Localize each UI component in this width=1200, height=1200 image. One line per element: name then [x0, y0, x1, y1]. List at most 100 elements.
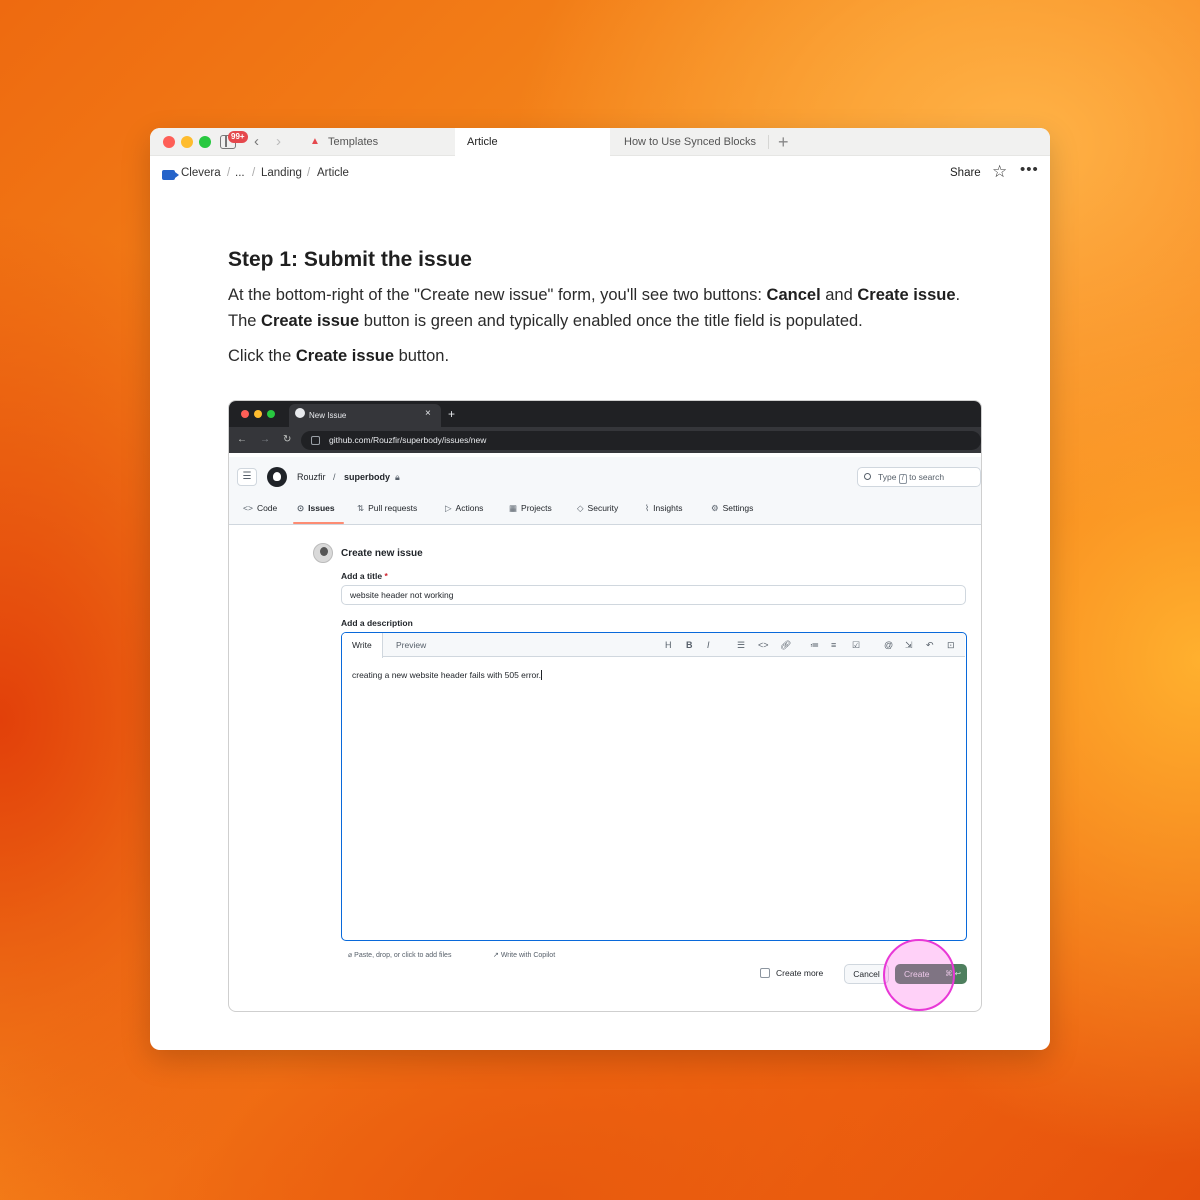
video-camera-icon [162, 170, 179, 180]
fullscreen-icon[interactable]: ⊡ [947, 639, 955, 651]
gear-icon: ⚙ [711, 503, 719, 513]
maximize-dot [267, 410, 275, 418]
star-icon[interactable]: ☆ [992, 162, 1007, 182]
notion-multicolor-icon: ▲ [310, 136, 320, 147]
back-arrow-icon[interactable]: ‹ [254, 132, 259, 152]
menu-icon[interactable]: ☰ [237, 468, 257, 486]
forward-arrow-icon[interactable]: › [276, 132, 281, 152]
graph-icon: ⌇ [645, 503, 650, 513]
share-button[interactable]: Share [950, 167, 981, 179]
repo-owner-link[interactable]: Rouzfir [297, 472, 326, 482]
description-text: creating a new website header fails with… [352, 670, 542, 680]
search-placeholder-post: to search [909, 472, 945, 482]
tab-settings[interactable]: ⚙ Settings [711, 503, 753, 514]
description-label: Add a description [341, 618, 413, 628]
tab-preview[interactable]: Preview [386, 633, 436, 657]
text-cursor [541, 670, 542, 680]
description-editor[interactable]: Write Preview H B I ☰ <> 🔗︎ ≔ ≡ ☑ @ ⇲ ↶ … [341, 632, 967, 941]
github-header: ☰ Rouzfir / superbody 🔒︎ Type / to searc… [229, 457, 981, 525]
copilot-hint[interactable]: ↗ Write with Copilot [493, 951, 555, 959]
tab-article[interactable]: Article [455, 128, 610, 156]
tab-label: Article [467, 136, 498, 148]
mention-icon[interactable]: @ [884, 639, 893, 651]
minimize-window-button[interactable] [181, 136, 193, 148]
task-list-icon[interactable]: ☑ [852, 639, 860, 651]
table-icon: ▦ [509, 503, 518, 513]
repo-path-separator: / [333, 472, 336, 482]
tab-divider [768, 135, 769, 149]
title-label: Add a title * [341, 571, 388, 581]
search-input[interactable]: Type / to search [857, 467, 981, 487]
issue-title-input[interactable]: website header not working [341, 585, 966, 605]
new-tab-button[interactable]: + [778, 128, 789, 156]
browser-tab-title: New Issue [309, 411, 347, 420]
tab-label: Templates [328, 136, 379, 148]
tab-templates[interactable]: ▲ Templates [298, 128, 448, 156]
forward-icon[interactable]: → [260, 432, 270, 448]
close-dot [241, 410, 249, 418]
embedded-screenshot: New Issue × + ← → ↻ github.com/Rouzfir/s… [228, 400, 982, 1012]
browser-toolbar: ← → ↻ github.com/Rouzfir/superbody/issue… [229, 427, 981, 453]
pull-request-icon: ⇅ [357, 503, 365, 513]
url-text: github.com/Rouzfir/superbody/issues/new [329, 435, 487, 445]
tab-code[interactable]: <> Code [243, 503, 277, 513]
breadcrumb-item-article[interactable]: Article [317, 167, 349, 179]
code-icon[interactable]: <> [758, 639, 769, 651]
breadcrumb-separator: / [252, 167, 256, 179]
search-icon [864, 473, 871, 480]
close-window-button[interactable] [163, 136, 175, 148]
address-bar[interactable]: github.com/Rouzfir/superbody/issues/new [301, 431, 981, 450]
minimize-dot [254, 410, 262, 418]
search-shortcut-key: / [898, 474, 907, 484]
numbered-list-icon[interactable]: ≡ [831, 639, 836, 651]
bulleted-list-icon[interactable]: ≔ [810, 639, 819, 651]
app-window: 99+ ‹ › ▲ Templates Article How to Use S… [150, 128, 1050, 1050]
breadcrumb-separator: / [307, 167, 311, 179]
tab-security[interactable]: ◇ Security [577, 503, 618, 514]
breadcrumb: Clevera / ... / Landing / Article Share … [150, 156, 1050, 192]
attach-files-hint[interactable]: ⌀ Paste, drop, or click to add files [348, 951, 451, 959]
reload-icon[interactable]: ↻ [283, 432, 291, 448]
bold-icon[interactable]: B [686, 639, 693, 651]
create-more-label: Create more [776, 968, 824, 978]
link-icon[interactable]: 🔗︎ [780, 639, 791, 651]
create-more-checkbox[interactable] [760, 968, 770, 978]
breadcrumb-item-landing[interactable]: Landing [261, 167, 302, 179]
browser-tab[interactable]: New Issue [289, 404, 441, 427]
search-placeholder-pre: Type [878, 472, 897, 482]
maximize-window-button[interactable] [199, 136, 211, 148]
article-body: Step 1: Submit the issue At the bottom-r… [228, 248, 988, 369]
repo-name-link[interactable]: superbody [344, 472, 390, 482]
close-tab-icon[interactable]: × [425, 404, 431, 424]
selected-tab-indicator [293, 522, 344, 524]
avatar[interactable] [313, 543, 333, 563]
site-settings-icon [311, 436, 320, 445]
click-highlight-ring [883, 939, 955, 1011]
form-heading: Create new issue [341, 548, 423, 559]
shield-icon: ◇ [577, 503, 584, 513]
new-tab-icon[interactable]: + [448, 404, 455, 424]
reference-icon[interactable]: ⇲ [905, 639, 913, 651]
step-heading: Step 1: Submit the issue [228, 248, 472, 271]
article-paragraph: At the bottom-right of the "Create new i… [228, 286, 961, 330]
back-icon[interactable]: ← [237, 432, 247, 448]
heading-icon[interactable]: H [665, 639, 672, 651]
tab-issues[interactable]: ⊙ Issues [297, 503, 335, 514]
more-options-icon[interactable]: ••• [1020, 161, 1039, 178]
tab-insights[interactable]: ⌇ Insights [645, 503, 682, 514]
issue-icon: ⊙ [297, 503, 305, 513]
tab-write[interactable]: Write [342, 633, 383, 658]
tab-synced-blocks[interactable]: How to Use Synced Blocks [612, 128, 757, 156]
breadcrumb-item-ellipsis[interactable]: ... [235, 167, 245, 179]
github-logo-icon[interactable] [267, 467, 287, 487]
tab-bar: 99+ ‹ › ▲ Templates Article How to Use S… [150, 128, 1050, 156]
tab-actions[interactable]: ▷ Actions [445, 503, 483, 514]
undo-icon[interactable]: ↶ [926, 639, 934, 651]
breadcrumb-item-workspace[interactable]: Clevera [181, 167, 221, 179]
tab-projects[interactable]: ▦ Projects [509, 503, 552, 514]
lock-icon: 🔒︎ [395, 472, 400, 482]
tab-pull-requests[interactable]: ⇅ Pull requests [357, 503, 417, 514]
quote-icon[interactable]: ☰ [737, 639, 745, 651]
italic-icon[interactable]: I [707, 639, 710, 651]
github-favicon-icon [295, 408, 305, 418]
